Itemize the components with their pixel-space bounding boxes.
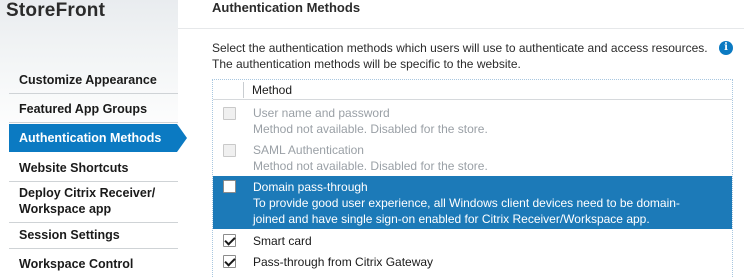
sidebar-item-authentication-methods[interactable]: Authentication Methods (9, 124, 187, 152)
table-row-selected[interactable]: Domain pass-through To provide good user… (213, 176, 732, 229)
method-subtitle: Method not available. Disabled for the s… (253, 159, 488, 173)
table-row: User name and password Method not availa… (213, 102, 732, 138)
sidebar-item-label: Authentication Methods (19, 131, 162, 145)
sidebar-item-featured-app-groups[interactable]: Featured App Groups (9, 101, 178, 123)
method-title: SAML Authentication (253, 143, 364, 157)
info-icon[interactable]: i (719, 41, 733, 55)
column-header-method[interactable]: Method (252, 83, 292, 97)
sidebar-item-deploy-citrix-receiver[interactable]: Deploy Citrix Receiver/ Workspace app (9, 185, 178, 223)
app-title: StoreFront (6, 0, 106, 21)
sidebar-item-label: Workspace Control (19, 257, 134, 271)
checkbox-user-name-and-password (223, 107, 236, 120)
authentication-methods-table: Method User name and password Method not… (212, 79, 733, 277)
column-separator[interactable] (243, 82, 244, 98)
method-subtitle: To provide good user experience, all Win… (253, 196, 680, 210)
sidebar: StoreFront Customize Appearance Featured… (0, 0, 187, 277)
sidebar-item-label: Workspace app (19, 202, 112, 216)
sidebar-item-label: Customize Appearance (19, 73, 157, 87)
sidebar-item-label: Session Settings (19, 228, 120, 242)
table-row[interactable]: Smart card (213, 231, 732, 251)
table-row: SAML Authentication Method not available… (213, 139, 732, 175)
sidebar-item-website-shortcuts[interactable]: Website Shortcuts (9, 160, 178, 182)
table-header: Method (213, 80, 732, 100)
sidebar-item-label: Featured App Groups (19, 102, 148, 116)
method-title: Domain pass-through (253, 180, 368, 194)
description-line-2: The authentication methods will be speci… (212, 57, 521, 71)
description-line-1: Select the authentication methods which … (212, 41, 708, 55)
sidebar-item-customize-appearance[interactable]: Customize Appearance (9, 72, 178, 94)
table-row[interactable]: Pass-through from Citrix Gateway (213, 252, 732, 272)
checkbox-domain-pass-through[interactable] (223, 180, 236, 193)
page-title: Authentication Methods (212, 0, 361, 15)
method-subtitle: joined and have single sign-on enabled f… (253, 212, 650, 226)
divider (178, 28, 744, 29)
checkbox-smart-card[interactable] (223, 234, 236, 247)
sidebar-item-label: Deploy Citrix Receiver/ (19, 186, 156, 200)
checkbox-saml-authentication (223, 144, 236, 157)
method-title: Smart card (253, 234, 312, 248)
method-subtitle: Method not available. Disabled for the s… (253, 122, 488, 136)
checkbox-pass-through-citrix-gateway[interactable] (223, 255, 236, 268)
method-title: User name and password (253, 106, 390, 120)
sidebar-item-workspace-control[interactable]: Workspace Control (9, 256, 178, 277)
sidebar-item-session-settings[interactable]: Session Settings (9, 227, 178, 249)
sidebar-item-label: Website Shortcuts (19, 161, 129, 175)
method-title: Pass-through from Citrix Gateway (253, 255, 434, 269)
